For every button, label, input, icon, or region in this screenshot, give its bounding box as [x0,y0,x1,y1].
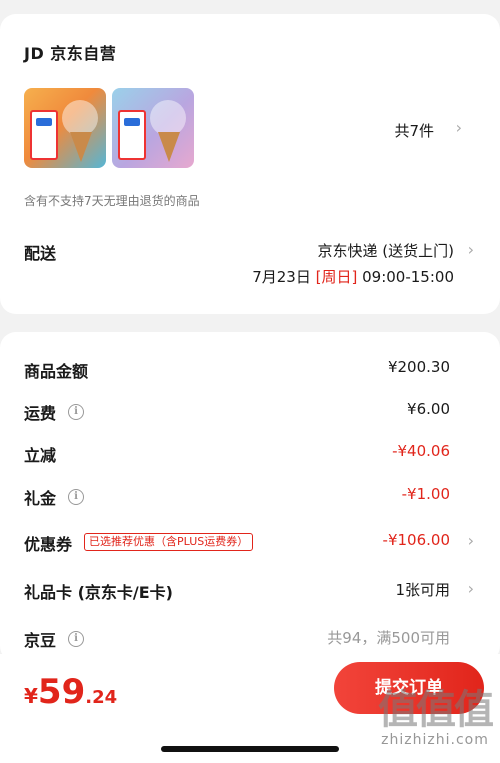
return-policy-note: 含有不支持7天无理由退货的商品 [24,194,200,208]
coupon-recommend-tag: 已选推荐优惠（含PLUS运费券） [84,533,254,551]
summary-row-shipping: 运费 i ¥6.00 [0,396,500,426]
chevron-right-icon[interactable]: › [468,531,474,550]
info-icon[interactable]: i [68,404,84,420]
item-count[interactable]: 共7件 [394,120,434,141]
summary-label: 商品金额 [24,362,89,381]
shop-card: JD 京东自营 共7件 › 含有不支持7天无理由退货的商品 配送 京东快递 (送… [0,14,500,314]
summary-label: 礼金 [24,489,57,508]
summary-value: 1张可用 [395,581,450,599]
total-decimal: .24 [85,687,118,708]
summary-value: -¥40.06 [392,442,450,460]
summary-label: 运费 [24,404,57,423]
watermark-site: zhizhizhi.com [381,732,489,748]
price-summary-card: 商品金额 ¥200.30 运费 i ¥6.00 立减 -¥40.06 礼金 i … [0,332,500,662]
delivery-time[interactable]: 7月23日 [周日] 09:00-15:00 [252,266,454,287]
summary-label: 礼品卡 (京东卡/E卡) [24,583,173,602]
delivery-time-range: 09:00-15:00 [362,268,454,286]
delivery-label: 配送 [24,244,57,263]
total-integer: 59 [37,672,86,712]
info-icon[interactable]: i [68,631,84,647]
order-total: ¥59.24 [24,672,117,712]
summary-row-gift-card[interactable]: 礼品卡 (京东卡/E卡) 1张可用 › [0,575,500,605]
delivery-date: 7月23日 [252,268,311,286]
summary-label: 京豆 [24,631,57,650]
watermark: 值值值 zhizhizhi.com [378,687,494,748]
summary-label: 立减 [24,446,57,465]
shop-name: JD 京东自营 [24,44,117,63]
chevron-right-icon[interactable]: › [468,579,474,598]
product-thumbnail[interactable] [112,88,194,168]
delivery-weekday: [周日] [315,268,358,286]
currency-symbol: ¥ [24,684,38,708]
summary-row-jd-beans: 京豆 i 共94，满500可用 [0,623,500,653]
watermark-logo: 值值值 [378,687,494,733]
summary-value: -¥106.00 [382,531,450,549]
summary-value: 共94，满500可用 [327,629,450,647]
summary-row-gift-money: 礼金 i -¥1.00 [0,481,500,511]
delivery-method[interactable]: 京东快递 (送货上门) [318,240,454,261]
product-thumbnail[interactable] [24,88,106,168]
summary-row-instant-discount: 立减 -¥40.06 [0,438,500,468]
summary-row-coupon[interactable]: 优惠券 已选推荐优惠（含PLUS运费券） -¥106.00 › [0,527,500,557]
chevron-right-icon[interactable]: › [456,118,462,137]
info-icon[interactable]: i [68,489,84,505]
summary-label: 优惠券 [24,535,73,554]
summary-value: ¥6.00 [407,400,450,418]
chevron-right-icon[interactable]: › [468,240,474,259]
summary-value: -¥1.00 [401,485,450,503]
home-indicator [161,746,339,752]
summary-value: ¥200.30 [387,358,450,376]
summary-row-goods-amount: 商品金额 ¥200.30 [0,354,500,384]
